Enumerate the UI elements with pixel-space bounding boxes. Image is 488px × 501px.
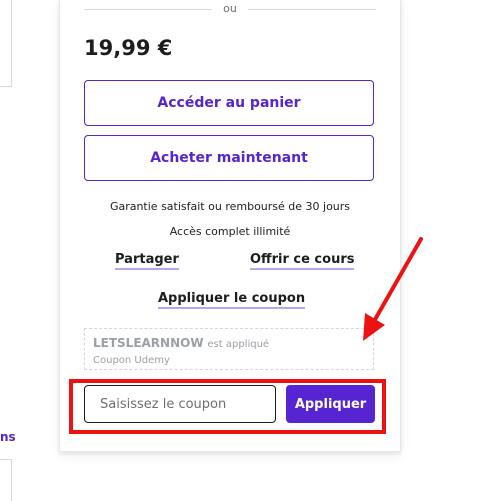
background-panel: [0, 0, 12, 87]
buy-now-button[interactable]: Acheter maintenant: [84, 135, 374, 181]
guarantee-text: Garantie satisfait ou remboursé de 30 jo…: [109, 200, 351, 213]
divider-label: ou: [223, 2, 237, 15]
coupon-status: est appliqué: [207, 339, 270, 350]
page: ns ou 19,99 € Accéder au panier Acheter …: [0, 0, 488, 501]
gift-course-link[interactable]: Offrir ce cours: [250, 252, 355, 270]
coupon-source: Coupon Udemy: [93, 355, 170, 366]
coupon-code: LETSLEARNNOW: [93, 336, 204, 350]
highlight-box: [69, 379, 386, 434]
go-to-cart-button[interactable]: Accéder au panier: [84, 80, 374, 126]
course-price: 19,99 €: [84, 36, 173, 60]
background-link-fragment[interactable]: ns: [0, 430, 16, 444]
applied-coupon-line: LETSLEARNNOW est appliqué: [93, 336, 269, 350]
annotation-arrow-icon: [363, 237, 423, 341]
apply-coupon-link[interactable]: Appliquer le coupon: [158, 291, 306, 309]
or-divider: ou: [84, 2, 376, 15]
applied-coupon-box: LETSLEARNNOW est appliqué Coupon Udemy: [84, 328, 374, 370]
divider-line: [84, 9, 212, 10]
background-panel: [0, 459, 12, 501]
share-link[interactable]: Partager: [115, 252, 179, 270]
divider-line: [248, 9, 376, 10]
access-text: Accès complet illimité: [169, 225, 291, 238]
